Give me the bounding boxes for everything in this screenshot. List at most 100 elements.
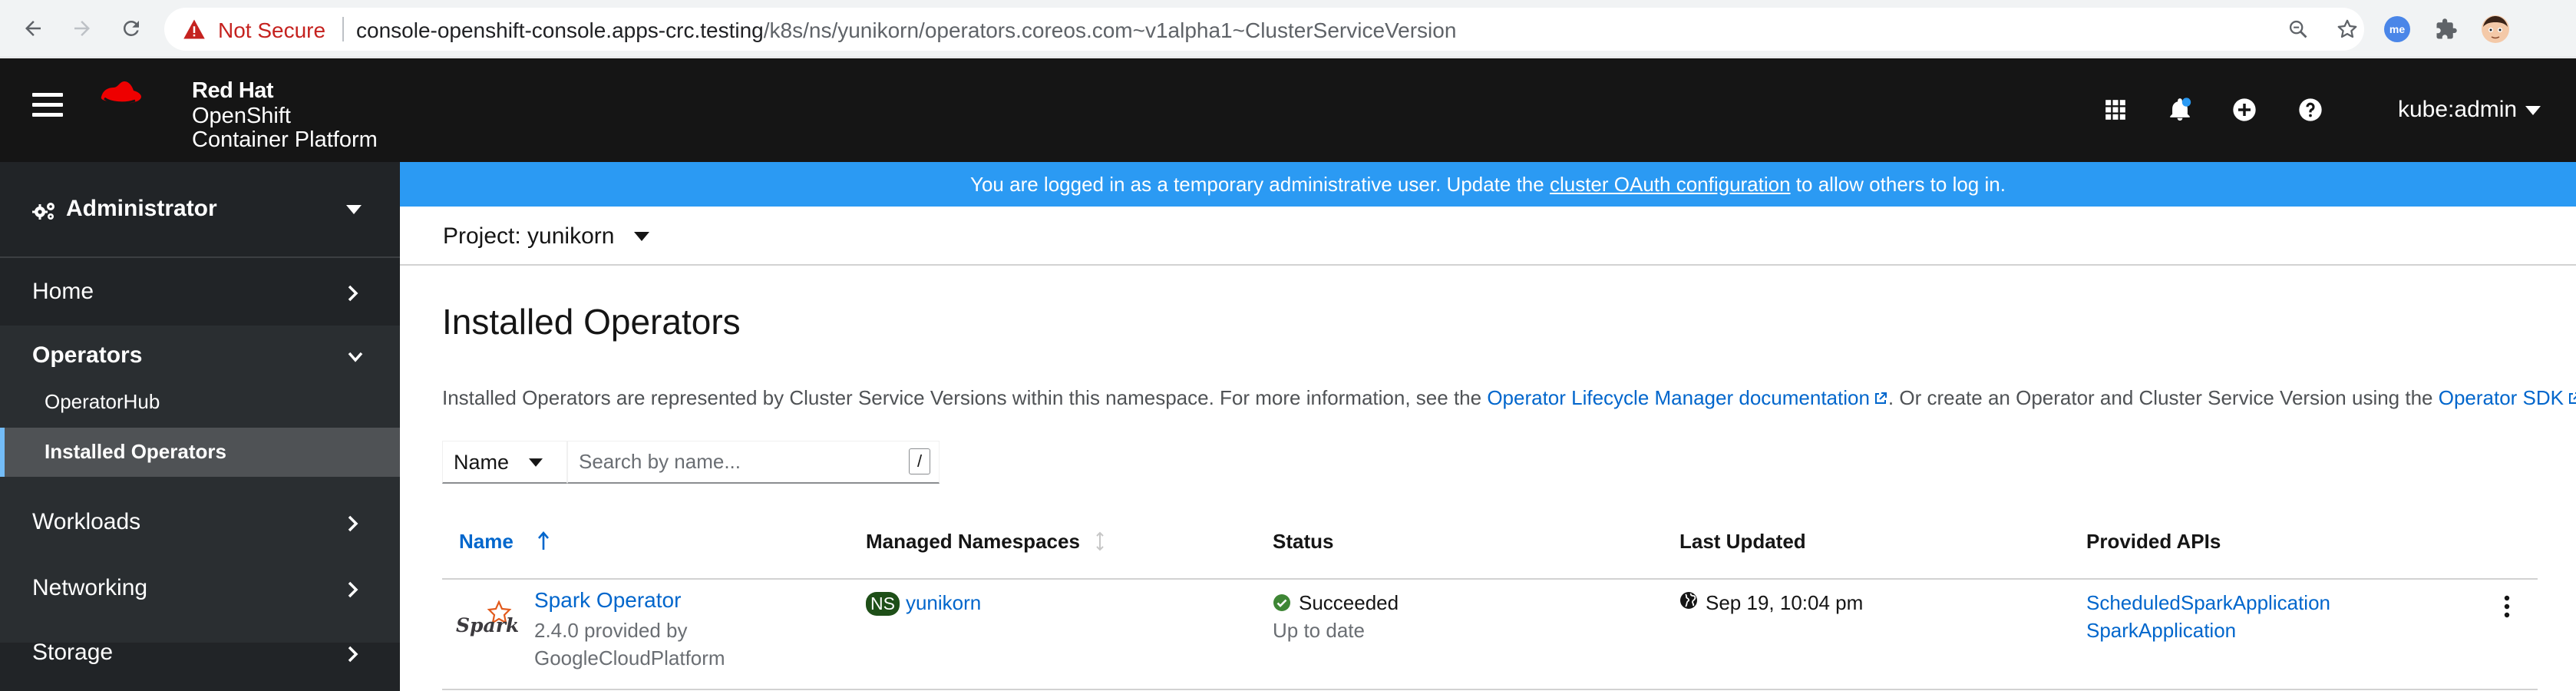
description-prefix: Installed Operators are represented by C… [442, 386, 1488, 409]
forward-arrow-icon [74, 21, 90, 36]
caret-down-icon [529, 458, 543, 467]
row-divider [442, 689, 2538, 690]
operators-table: Name Managed Namespaces Status Last Upda… [442, 514, 2538, 691]
quick-create-plus-icon[interactable] [2229, 94, 2260, 125]
masthead: Red Hat OpenShift Container Platform kub… [0, 58, 2576, 162]
url-host: console-openshift-console.apps-crc.testi… [356, 18, 764, 42]
sidebar-item-label: Workloads [32, 509, 141, 534]
column-header-name[interactable]: Name [459, 530, 514, 554]
extensions-puzzle-icon[interactable] [2432, 15, 2461, 44]
warning-icon [183, 18, 206, 40]
profile-extension[interactable]: me [2383, 15, 2412, 44]
column-header-provided-apis[interactable]: Provided APIs [2086, 530, 2221, 554]
page-title: Installed Operators [442, 302, 741, 342]
sidebar-item-label: Operators [32, 342, 143, 368]
namespace-link[interactable]: yunikorn [906, 591, 981, 614]
sidebar-item-label: Networking [32, 575, 148, 600]
filter-type-label: Name [454, 451, 510, 474]
address-bar[interactable]: Not Secure console-openshift-console.app… [164, 8, 2364, 51]
managed-namespace: NS yunikorn [866, 591, 981, 616]
sort-unsorted-icon [1096, 531, 1104, 551]
user-menu[interactable]: kube:admin [2398, 97, 2517, 123]
namespace-badge: NS [866, 592, 900, 616]
oauth-config-link[interactable]: cluster OAuth configuration [1550, 173, 1791, 197]
header-divider [442, 578, 2538, 580]
kebab-menu-icon[interactable] [2503, 594, 2511, 619]
address-divider [342, 17, 344, 41]
operator-version: 2.4.0 provided by [534, 619, 688, 642]
caret-down-icon [2525, 106, 2541, 115]
spark-logo: Spark [456, 600, 520, 639]
forward-button[interactable] [64, 11, 100, 46]
reload-icon [123, 20, 139, 36]
project-bar: Project: yunikorn [400, 207, 2576, 266]
last-updated-value: Sep 19, 10:04 pm [1706, 591, 1864, 614]
search-input[interactable] [567, 441, 940, 484]
operator-provider: GoogleCloudPlatform [534, 646, 725, 670]
chevron-down-icon [348, 352, 363, 362]
description-middle: . Or create an Operator and Cluster Serv… [1887, 386, 2439, 409]
column-header-status[interactable]: Status [1273, 530, 1333, 554]
api-link-scheduledsparkapplication[interactable]: ScheduledSparkApplication [2086, 591, 2330, 615]
sidebar-subitem-label: Installed Operators [45, 440, 226, 463]
sidebar-item-home[interactable]: Home [0, 262, 400, 326]
browser-toolbar: Not Secure console-openshift-console.app… [0, 0, 2576, 58]
sidebar-subitem-label: OperatorHub [45, 390, 160, 413]
brand-line-3: Container Platform [192, 127, 378, 152]
chevron-right-icon [348, 646, 358, 663]
notifications-bell-icon[interactable] [2165, 94, 2195, 125]
back-arrow-icon [25, 21, 41, 36]
page-description: Installed Operators are represented by C… [442, 386, 2576, 410]
app-launcher-grid-icon[interactable] [2100, 94, 2131, 125]
url-path: /k8s/ns/yunikorn/operators.coreos.com~v1… [763, 18, 1457, 42]
sidebar-item-label: Home [32, 279, 94, 304]
cogs-icon [32, 203, 54, 220]
temporary-admin-banner: You are logged in as a temporary adminis… [400, 162, 2576, 207]
sidebar-item-storage[interactable]: Storage [0, 623, 400, 687]
spark-logo-text: Spark [456, 614, 520, 636]
banner-text-prefix: You are logged in as a temporary adminis… [970, 172, 1550, 196]
caret-down-icon [634, 232, 649, 241]
sidebar-nav: Administrator Home Operators OperatorHub… [0, 162, 400, 691]
sidebar-item-networking[interactable]: Networking [0, 558, 400, 623]
external-link-icon [2569, 392, 2576, 404]
reload-button[interactable] [114, 11, 149, 46]
project-selector[interactable]: Project: yunikorn [443, 223, 614, 250]
user-avatar-icon[interactable] [2481, 15, 2510, 44]
status-detail: Up to date [1273, 619, 1365, 642]
column-header-managed-namespaces[interactable]: Managed Namespaces [866, 530, 1080, 554]
operator-sdk-link[interactable]: Operator SDK [2439, 386, 2576, 409]
chevron-right-icon [348, 515, 358, 532]
back-button[interactable] [15, 11, 51, 46]
sidebar-item-workloads[interactable]: Workloads [0, 492, 400, 557]
red-hat-icon [101, 81, 141, 104]
perspective-switcher[interactable]: Administrator [0, 162, 400, 258]
operator-sdk-link-text: Operator SDK [2438, 386, 2564, 409]
check-circle-icon [1273, 594, 1290, 611]
brand-line-1: Red Hat [192, 78, 274, 103]
zoom-icon[interactable] [2284, 15, 2312, 43]
security-label[interactable]: Not Secure [218, 18, 325, 43]
sidebar-item-operatorhub[interactable]: OperatorHub [0, 378, 400, 427]
globe-icon [1680, 592, 1697, 609]
chevron-right-icon [348, 581, 358, 598]
api-link-sparkapplication[interactable]: SparkApplication [2086, 619, 2236, 643]
olm-documentation-link-text: Operator Lifecycle Manager documentation [1487, 386, 1870, 409]
external-link-icon [1874, 392, 1887, 404]
operator-name-link[interactable]: Spark Operator [534, 588, 681, 613]
filter-type-dropdown[interactable]: Name [442, 441, 567, 484]
column-header-last-updated[interactable]: Last Updated [1679, 530, 1806, 554]
extension-badge: me [2384, 16, 2410, 42]
caret-down-icon [346, 205, 362, 214]
sidebar-item-installed-operators[interactable]: Installed Operators [0, 428, 400, 477]
url-text[interactable]: console-openshift-console.apps-crc.testi… [356, 18, 1456, 43]
status-text: Succeeded [1299, 591, 1399, 614]
brand-line-2: OpenShift [192, 104, 291, 128]
chevron-right-icon [348, 285, 358, 302]
help-question-icon[interactable] [2295, 94, 2326, 125]
search-shortcut-hint: / [909, 448, 930, 474]
hamburger-menu-icon[interactable] [32, 93, 63, 124]
olm-documentation-link[interactable]: Operator Lifecycle Manager documentation [1487, 386, 1888, 409]
bookmark-star-icon[interactable] [2333, 15, 2361, 43]
sort-ascending-icon [538, 531, 549, 550]
